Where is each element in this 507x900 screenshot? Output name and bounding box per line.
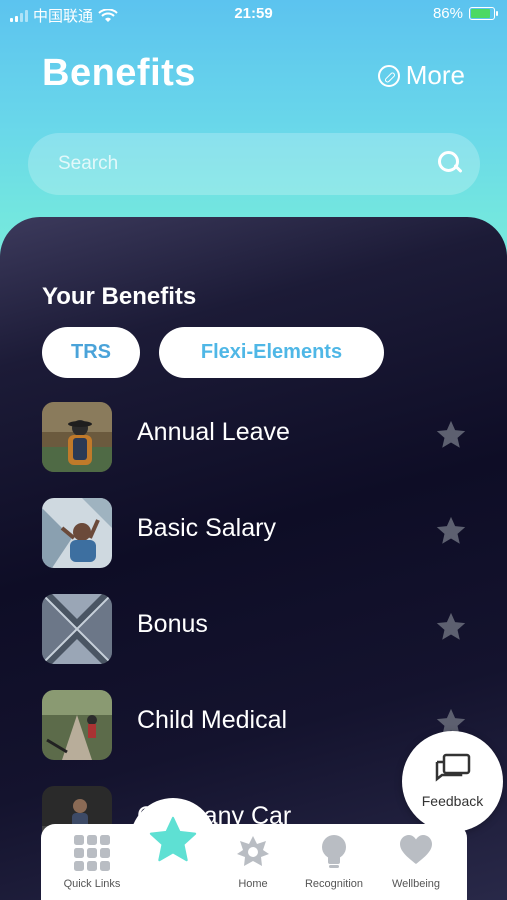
battery-icon <box>469 7 498 20</box>
feedback-label: Feedback <box>421 793 484 809</box>
heart-icon <box>400 835 432 864</box>
favorites-fab-button[interactable] <box>130 798 216 884</box>
nav-wellbeing[interactable]: Wellbeing <box>381 824 451 900</box>
filter-flexi-elements-button[interactable]: Flexi-Elements <box>159 327 384 378</box>
status-bar: 中国联通 21:59 86% <box>0 0 507 28</box>
home-icon <box>237 836 269 866</box>
lightbulb-icon <box>322 835 346 868</box>
benefit-item-basic-salary[interactable]: Basic Salary <box>0 496 507 576</box>
bonus-thumbnail <box>42 594 112 664</box>
benefit-item-bonus[interactable]: Bonus <box>0 592 507 672</box>
link-icon <box>377 64 400 87</box>
search-bar[interactable] <box>28 133 480 195</box>
bottom-nav: Quick Links Home Recognition Wellbeing <box>41 824 467 900</box>
more-label: More <box>405 60 465 90</box>
favorite-star-icon[interactable] <box>434 514 468 548</box>
feedback-button[interactable]: Feedback <box>402 731 503 832</box>
nav-label: Recognition <box>304 878 364 890</box>
child-medical-thumbnail <box>42 690 112 760</box>
status-time: 21:59 <box>234 5 273 22</box>
search-input[interactable] <box>58 133 418 195</box>
page-title: Benefits <box>42 52 196 94</box>
nav-label: Home <box>238 878 268 890</box>
battery-percent: 86% <box>432 5 463 22</box>
nav-label: Quick Links <box>63 878 121 890</box>
nav-home[interactable]: Home <box>219 824 287 900</box>
grid-icon <box>74 835 110 871</box>
star-icon <box>149 816 197 862</box>
chat-bubbles-icon <box>435 753 471 782</box>
annual-leave-thumbnail <box>42 402 112 472</box>
nav-quick-links[interactable]: Quick Links <box>41 824 143 900</box>
benefit-label: Bonus <box>137 610 208 638</box>
benefit-label: Annual Leave <box>137 418 290 446</box>
more-button[interactable]: More <box>377 60 465 91</box>
status-right: 86% <box>432 5 498 22</box>
benefit-label: Child Medical <box>137 706 288 734</box>
search-icon[interactable] <box>438 151 460 173</box>
benefit-item-annual-leave[interactable]: Annual Leave <box>0 400 507 480</box>
filter-trs-button[interactable]: TRS <box>42 327 140 378</box>
basic-salary-thumbnail <box>42 498 112 568</box>
nav-recognition[interactable]: Recognition <box>299 824 369 900</box>
nav-label: Wellbeing <box>391 878 441 890</box>
benefit-label: Basic Salary <box>137 514 276 542</box>
section-title: Your Benefits <box>42 283 197 310</box>
favorite-star-icon[interactable] <box>434 418 468 452</box>
favorite-star-icon[interactable] <box>434 610 468 644</box>
